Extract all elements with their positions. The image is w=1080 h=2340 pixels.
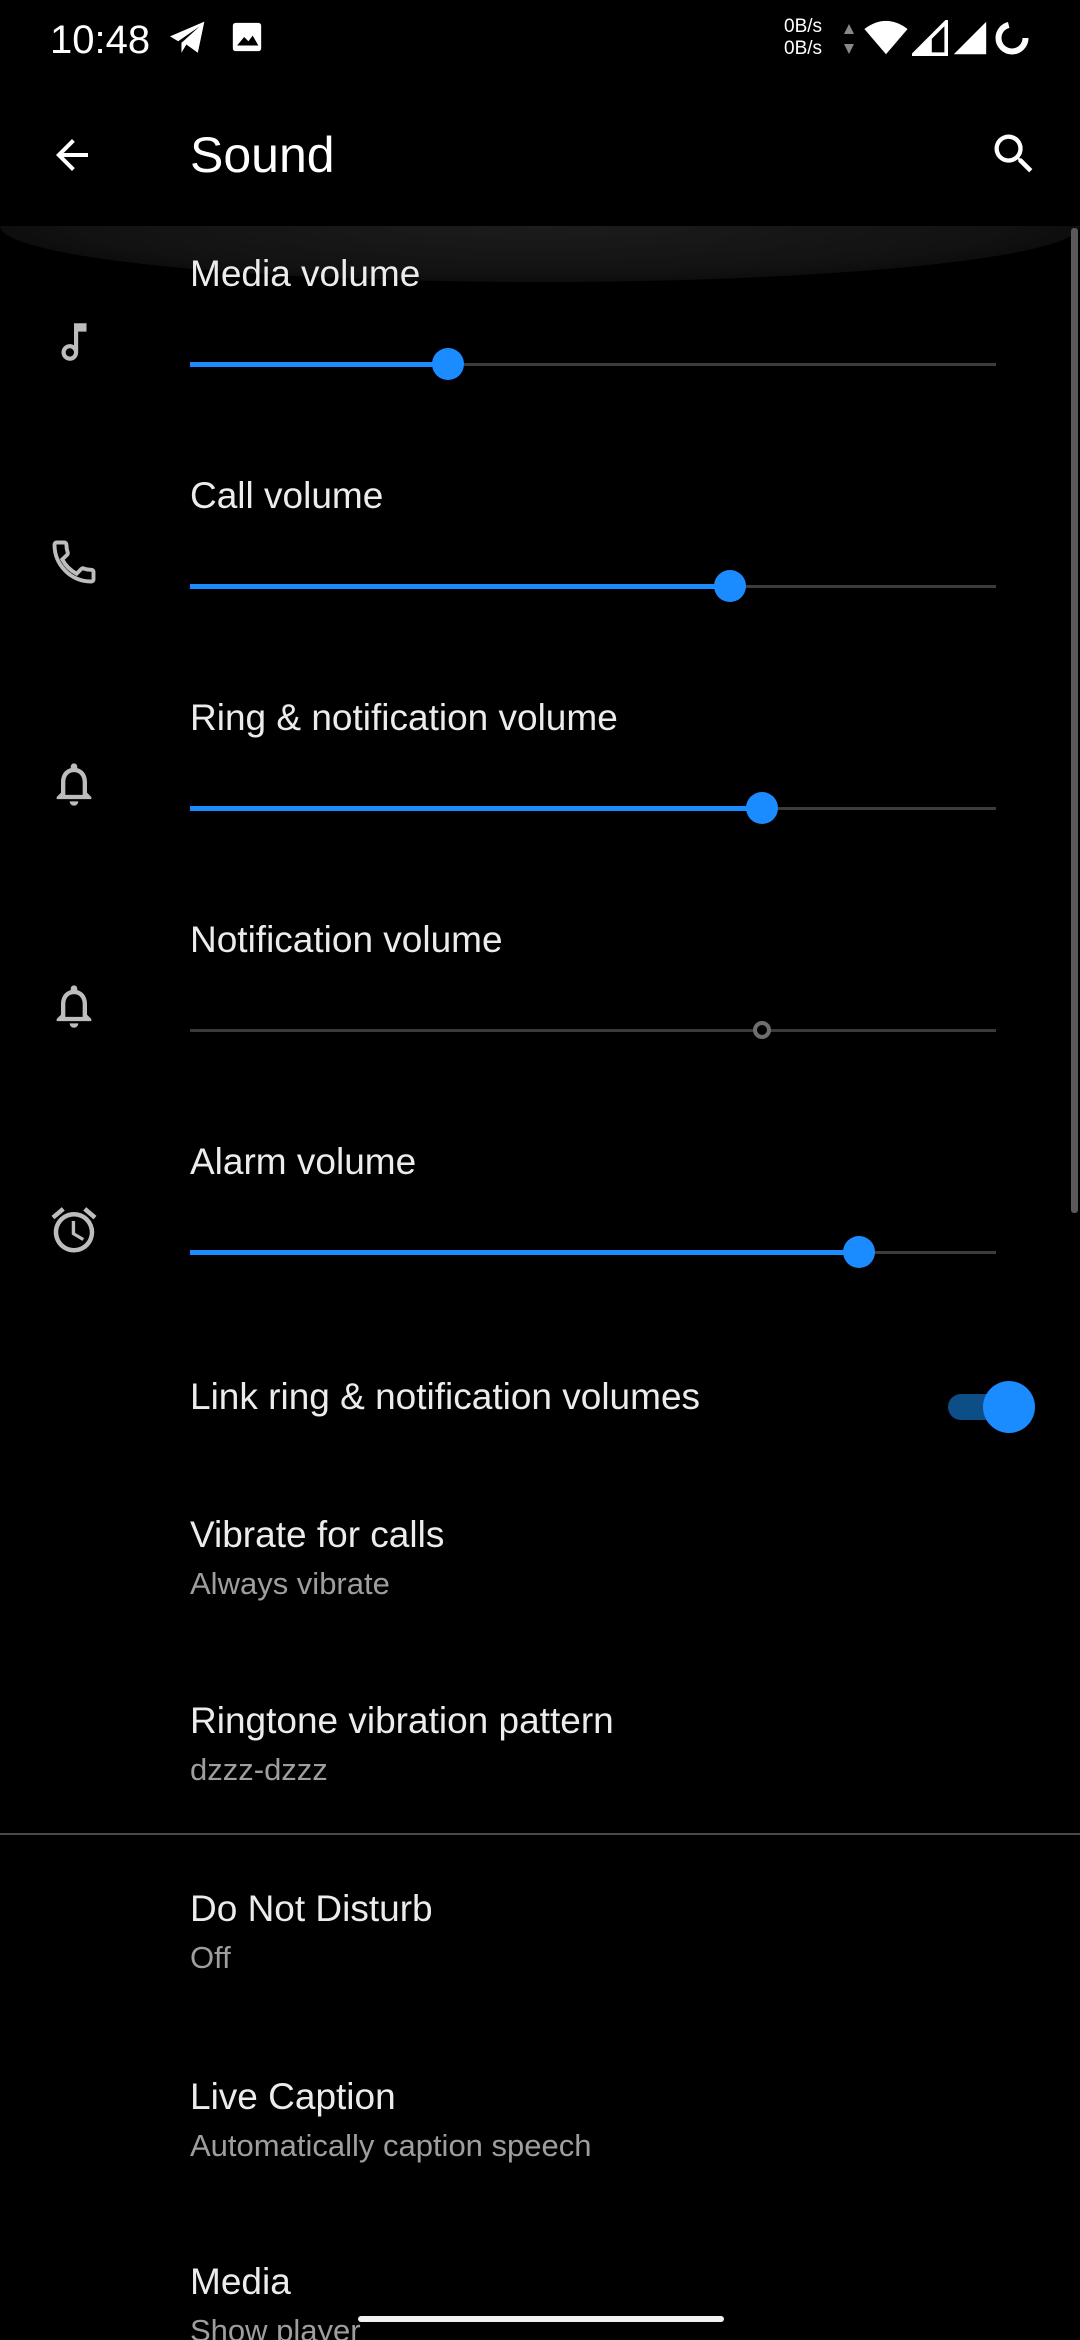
slider-thumb[interactable] xyxy=(842,1236,875,1268)
ringtone-vibration-pattern-item[interactable]: Ringtone vibration pattern dzzz-dzzz xyxy=(0,1676,1080,1826)
live-caption-value: Automatically caption speech xyxy=(190,2128,592,2163)
bell-icon xyxy=(42,974,106,1038)
net-down-speed: 0B/s xyxy=(784,38,823,59)
phone-icon xyxy=(42,530,106,594)
bell-icon xyxy=(42,752,106,816)
signal-icon xyxy=(952,20,988,61)
media-value: Show player xyxy=(190,2313,361,2340)
net-up-speed: 0B/s xyxy=(784,16,823,37)
slider-thumb xyxy=(753,1021,772,1039)
page-title: Sound xyxy=(190,127,335,183)
live-caption-item[interactable]: Live Caption Automatically caption speec… xyxy=(0,2052,1080,2202)
slider-thumb[interactable] xyxy=(746,792,779,824)
live-caption-title: Live Caption xyxy=(190,2076,396,2117)
status-time: 10:48 xyxy=(50,18,151,62)
search-icon xyxy=(994,134,1033,173)
back-button[interactable] xyxy=(40,123,104,187)
notification-volume-row: Notification volume xyxy=(0,894,1060,1116)
network-speed: 0B/s 0B/s xyxy=(784,16,822,60)
alarm-volume-row: Alarm volume xyxy=(0,1116,1060,1338)
notification-volume-label: Notification volume xyxy=(190,919,503,960)
notification-volume-slider xyxy=(190,1010,996,1050)
media-item[interactable]: Media Show player xyxy=(0,2237,1080,2340)
alarm-volume-label: Alarm volume xyxy=(190,1141,417,1182)
link-volumes-row[interactable]: Link ring & notification volumes xyxy=(0,1340,1080,1460)
slider-thumb[interactable] xyxy=(714,570,747,602)
ring-notification-volume-label: Ring & notification volume xyxy=(190,697,618,738)
signal-icon xyxy=(909,17,948,61)
telegram-icon xyxy=(168,20,208,61)
data-arrows-icon xyxy=(842,22,856,61)
media-volume-label: Media volume xyxy=(190,253,421,294)
wifi-icon xyxy=(864,20,908,61)
link-volumes-toggle[interactable] xyxy=(944,1378,1036,1434)
do-not-disturb-item[interactable]: Do Not Disturb Off xyxy=(0,1864,1080,2014)
alarm-volume-slider[interactable] xyxy=(190,1232,996,1272)
ringtone-vibration-pattern-title: Ringtone vibration pattern xyxy=(190,1700,614,1741)
media-volume-slider[interactable] xyxy=(190,344,996,384)
media-title: Media xyxy=(190,2261,291,2302)
ring-notification-volume-row: Ring & notification volume xyxy=(0,672,1060,894)
music-note-icon xyxy=(42,310,106,374)
arrow-left-icon xyxy=(56,139,88,171)
alarm-clock-icon xyxy=(42,1198,106,1262)
do-not-disturb-value: Off xyxy=(190,1940,231,1975)
status-bar: 10:48 0B/s 0B/s xyxy=(0,0,1080,80)
image-icon xyxy=(230,20,264,59)
link-volumes-label: Link ring & notification volumes xyxy=(190,1376,701,1417)
call-volume-slider[interactable] xyxy=(190,566,996,606)
call-volume-row: Call volume xyxy=(0,450,1060,672)
search-button[interactable] xyxy=(982,122,1046,186)
section-divider xyxy=(0,1833,1080,1835)
home-indicator[interactable] xyxy=(358,2316,724,2322)
vibrate-for-calls-value: Always vibrate xyxy=(190,1566,390,1601)
media-volume-row: Media volume xyxy=(0,228,1060,450)
vibrate-for-calls-item[interactable]: Vibrate for calls Always vibrate xyxy=(0,1490,1080,1640)
vibrate-for-calls-title: Vibrate for calls xyxy=(190,1514,445,1555)
ring-notification-volume-slider[interactable] xyxy=(190,788,996,828)
ringtone-vibration-pattern-value: dzzz-dzzz xyxy=(190,1752,328,1787)
do-not-disturb-title: Do Not Disturb xyxy=(190,1888,433,1929)
call-volume-label: Call volume xyxy=(190,475,384,516)
slider-thumb[interactable] xyxy=(431,348,464,380)
scrollbar[interactable] xyxy=(1071,228,1078,1213)
app-bar: Sound xyxy=(0,80,1080,230)
battery-ring-icon xyxy=(994,20,1030,61)
